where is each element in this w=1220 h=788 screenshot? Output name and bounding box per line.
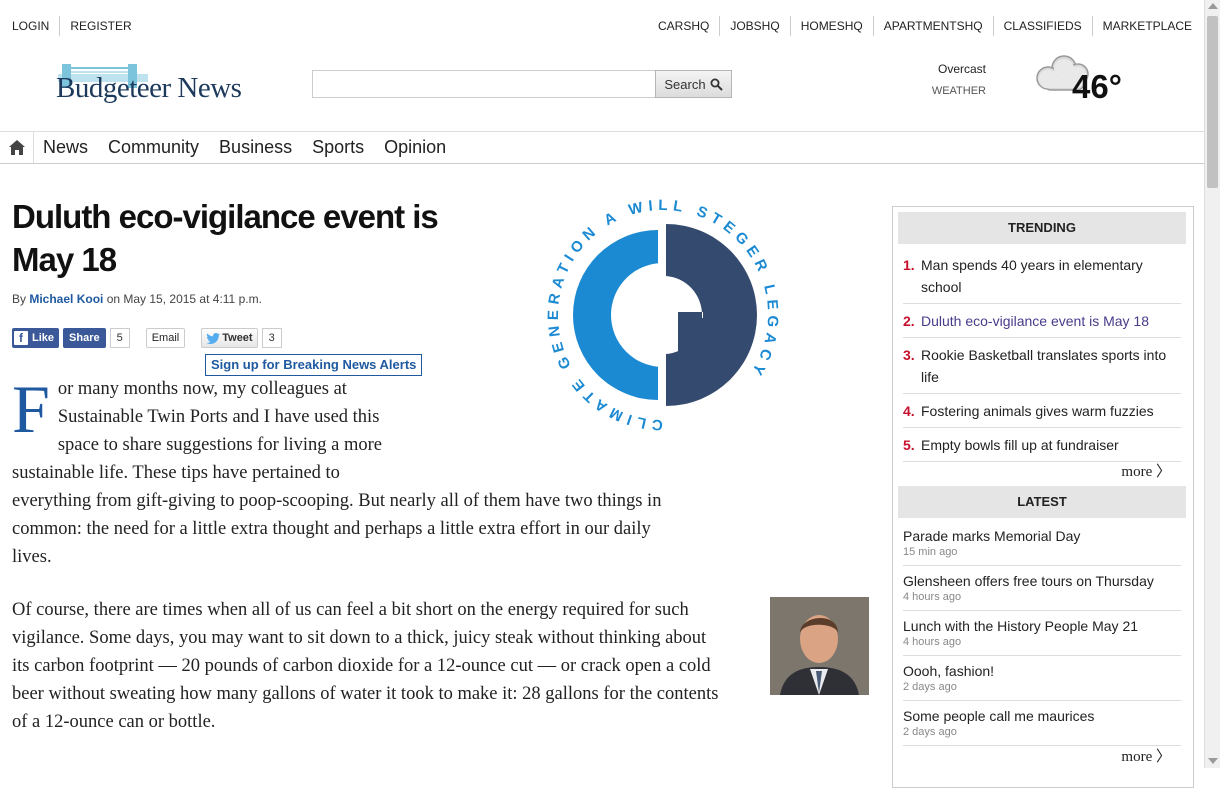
latest-title: Glensheen offers free tours on Thursday xyxy=(903,573,1154,589)
trending-rank: 4. xyxy=(903,403,915,419)
scroll-up-arrow-icon[interactable] xyxy=(1208,3,1218,9)
latest-title: Lunch with the History People May 21 xyxy=(903,618,1139,634)
nav-item-opinion[interactable]: Opinion xyxy=(374,132,456,163)
tweet-label: Tweet xyxy=(222,332,253,344)
trending-rank: 3. xyxy=(903,347,915,363)
byline-prefix: By xyxy=(12,292,30,306)
register-link[interactable]: REGISTER xyxy=(59,16,141,36)
facebook-icon: f xyxy=(14,331,28,345)
site-logo[interactable]: Budgeteer News xyxy=(56,64,256,108)
latest-item[interactable]: Oooh, fashion! 2 days ago xyxy=(903,656,1181,701)
trending-item[interactable]: 4. Fostering animals gives warm fuzzies xyxy=(903,394,1181,428)
nav-item-sports[interactable]: Sports xyxy=(302,132,374,163)
tweet-button[interactable]: Tweet xyxy=(201,328,258,348)
latest-more-link[interactable]: more 〉 xyxy=(1121,745,1171,766)
byline-date: on May 15, 2015 at 4:11 p.m. xyxy=(103,292,262,306)
trending-rank: 2. xyxy=(903,313,915,329)
latest-item[interactable]: Glensheen offers free tours on Thursday 4… xyxy=(903,566,1181,611)
facebook-like-button[interactable]: f Like xyxy=(12,328,60,348)
latest-title: Parade marks Memorial Day xyxy=(903,528,1081,544)
search-input[interactable] xyxy=(312,70,665,98)
marketplace-link[interactable]: MARKETPLACE xyxy=(1091,16,1192,36)
drop-cap: F xyxy=(12,371,50,447)
latest-time: 15 min ago xyxy=(903,546,958,558)
main-nav: News Community Business Sports Opinion xyxy=(0,131,1204,164)
trending-list: 1. Man spends 40 years in elementary scho… xyxy=(903,248,1181,462)
page-scrollbar[interactable] xyxy=(1204,0,1220,768)
tweet-count: 3 xyxy=(261,328,282,348)
trending-title: Duluth eco-vigilance event is May 18 xyxy=(921,313,1150,329)
article-paragraph-1: For many months now, my colleagues at Su… xyxy=(12,375,682,571)
scroll-down-arrow-icon[interactable] xyxy=(1208,758,1218,764)
scrollbar-thumb[interactable] xyxy=(1207,16,1218,188)
nav-item-business[interactable]: Business xyxy=(209,132,302,163)
author-link[interactable]: Michael Kooi xyxy=(29,292,103,306)
search-icon xyxy=(710,78,723,91)
home-icon xyxy=(8,140,25,155)
trending-title: Fostering animals gives warm fuzzies xyxy=(921,403,1154,419)
weather-condition: Overcast xyxy=(937,62,986,76)
nav-item-community[interactable]: Community xyxy=(98,132,209,163)
search-button-label: Search xyxy=(664,76,706,92)
weather-temperature: 46° xyxy=(1072,68,1122,105)
article-byline: By Michael Kooi on May 15, 2015 at 4:11 … xyxy=(12,292,262,306)
search-button[interactable]: Search xyxy=(655,70,732,98)
twitter-bird-icon xyxy=(206,332,221,344)
trending-title: Man spends 40 years in elementary school xyxy=(921,257,1143,295)
homeshq-link[interactable]: HOMESHQ xyxy=(789,16,873,36)
trending-rank: 1. xyxy=(903,257,915,273)
sidebar: TRENDING 1. Man spends 40 years in elemen… xyxy=(892,206,1194,788)
trending-heading: TRENDING xyxy=(898,212,1186,244)
facebook-share-button[interactable]: Share xyxy=(63,328,106,348)
latest-item[interactable]: Lunch with the History People May 21 4 ho… xyxy=(903,611,1181,656)
latest-item[interactable]: Parade marks Memorial Day 15 min ago xyxy=(903,521,1181,566)
trending-more-link[interactable]: more 〉 xyxy=(1121,460,1171,481)
author-headshot xyxy=(770,597,869,695)
latest-title: Some people call me maurices xyxy=(903,708,1095,724)
article-headline: Duluth eco-vigilance event is May 18 xyxy=(12,198,439,278)
latest-list: Parade marks Memorial Day 15 min ago Glen… xyxy=(903,521,1181,746)
like-label: Like xyxy=(32,332,55,344)
jobshq-link[interactable]: JOBSHQ xyxy=(719,16,789,36)
latest-time: 2 days ago xyxy=(903,726,957,738)
trending-item[interactable]: 1. Man spends 40 years in elementary scho… xyxy=(903,248,1181,304)
trending-item[interactable]: 3. Rookie Basketball translates sports in… xyxy=(903,338,1181,394)
latest-heading: LATEST xyxy=(898,486,1186,518)
utility-bar: LOGIN REGISTER CARSHQ JOBSHQ HOMESHQ APA… xyxy=(0,0,1204,52)
search-form: Search xyxy=(312,70,732,98)
latest-item[interactable]: Some people call me maurices 2 days ago xyxy=(903,701,1181,746)
trending-rank: 5. xyxy=(903,437,915,453)
latest-title: Oooh, fashion! xyxy=(903,663,995,679)
partner-links: CARSHQ JOBSHQ HOMESHQ APARTMENTSHQ CLASS… xyxy=(648,16,1192,36)
latest-time: 4 hours ago xyxy=(903,636,962,648)
share-bar: f Like Share 5 Email Tweet 3 xyxy=(12,327,282,349)
classifieds-link[interactable]: CLASSIFIEDS xyxy=(992,16,1092,36)
trending-item[interactable]: 2. Duluth eco-vigilance event is May 18 xyxy=(903,304,1181,338)
trending-title: Empty bowls fill up at fundraiser xyxy=(921,437,1119,453)
logo-text: Budgeteer News xyxy=(56,72,242,104)
facebook-share-count: 5 xyxy=(109,328,130,348)
article-paragraph-2: Of course, there are times when all of u… xyxy=(12,600,719,732)
weather-label: WEATHER xyxy=(931,85,986,97)
trending-item[interactable]: 5. Empty bowls fill up at fundraiser xyxy=(903,428,1181,462)
trending-title: Rookie Basketball translates sports into… xyxy=(921,347,1167,385)
carshq-link[interactable]: CARSHQ xyxy=(648,16,719,36)
account-links: LOGIN REGISTER xyxy=(12,16,142,36)
breaking-news-alerts-button[interactable]: Sign up for Breaking News Alerts xyxy=(205,354,423,376)
email-button[interactable]: Email xyxy=(145,328,186,348)
login-link[interactable]: LOGIN xyxy=(12,16,59,36)
latest-time: 4 hours ago xyxy=(903,591,962,603)
latest-time: 2 days ago xyxy=(903,681,957,693)
weather-widget[interactable]: Overcast WEATHER 46° xyxy=(932,54,1140,110)
apartmentshq-link[interactable]: APARTMENTSHQ xyxy=(872,16,993,36)
nav-home[interactable] xyxy=(0,132,34,163)
nav-item-news[interactable]: News xyxy=(34,132,98,163)
